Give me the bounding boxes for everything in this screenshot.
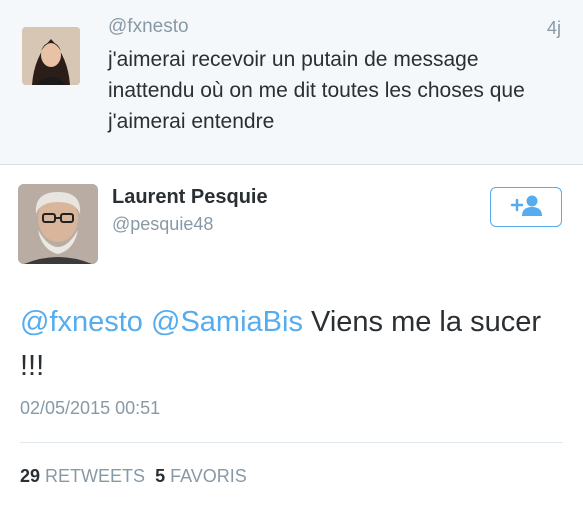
retweets-stat[interactable]: 29 RETWEETS <box>20 466 145 486</box>
mention-link[interactable]: @SamiaBis <box>151 306 303 338</box>
retweets-label: RETWEETS <box>45 466 146 486</box>
tweet-timestamp: 02/05/2015 00:51 <box>20 398 161 418</box>
add-user-icon <box>509 193 543 222</box>
context-tweet-time: 4j <box>546 18 561 38</box>
retweets-count: 29 <box>20 466 41 486</box>
mention-link[interactable]: @fxnesto <box>20 306 143 338</box>
context-tweet-handle[interactable]: @fxnesto <box>108 16 189 38</box>
follow-button[interactable] <box>490 187 562 227</box>
author-name[interactable]: Laurent Pesquie <box>112 186 268 209</box>
context-tweet[interactable]: @fxnesto 4j j'aimerai recevoir un putain… <box>0 0 583 165</box>
favorites-count: 5 <box>155 466 166 486</box>
tweet-text: @fxnesto @SamiaBis Viens me la sucer !!! <box>20 300 560 388</box>
favorites-stat[interactable]: 5 FAVORIS <box>155 466 247 486</box>
context-tweet-text: j'aimerai recevoir un putain de message … <box>108 48 525 133</box>
tweet-stats: 29 RETWEETS 5 FAVORIS <box>20 466 247 487</box>
favorites-label: FAVORIS <box>170 466 247 486</box>
context-tweet-avatar[interactable] <box>22 27 80 85</box>
author-avatar[interactable] <box>18 184 98 264</box>
author-handle[interactable]: @pesquie48 <box>112 214 213 235</box>
divider <box>20 442 563 443</box>
